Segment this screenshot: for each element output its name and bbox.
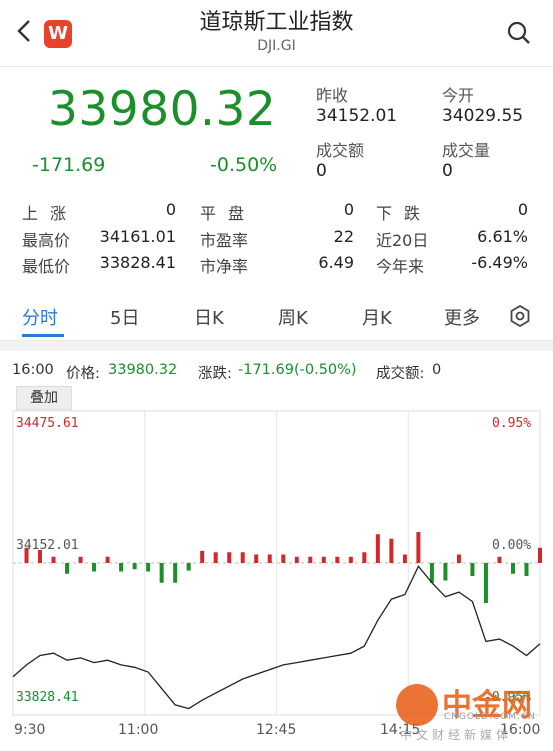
change-bar	[92, 563, 97, 572]
change-bar	[416, 532, 421, 563]
change-bar	[321, 556, 326, 563]
change-bar	[281, 554, 286, 563]
change-bar	[146, 563, 151, 572]
change-bar	[389, 538, 394, 563]
change-bar	[402, 554, 407, 563]
change-bar	[308, 556, 313, 563]
change-bar	[227, 552, 232, 563]
intraday-chart	[12, 410, 542, 716]
change-bar	[497, 556, 502, 563]
change-bar	[443, 563, 448, 581]
y-tick-high: 34475.61	[16, 416, 79, 431]
y-tick-mid: 34152.01	[16, 538, 79, 553]
change-bar	[119, 563, 124, 572]
change-bar	[213, 552, 218, 563]
change-bar	[173, 563, 178, 583]
change-bar	[78, 556, 83, 563]
y-tick-low: 33828.41	[16, 690, 79, 705]
change-bar	[335, 556, 340, 563]
y-right-tick-mid: 0.00%	[492, 538, 532, 553]
change-bar	[456, 554, 461, 563]
change-bar	[105, 556, 110, 563]
change-bar	[159, 563, 164, 583]
watermark-logo	[396, 684, 438, 726]
change-bar	[538, 547, 542, 563]
change-bar	[483, 563, 488, 603]
change-bar	[254, 554, 259, 563]
change-bar	[429, 563, 434, 583]
change-bar	[294, 556, 299, 563]
x-tick-0: 9:30	[14, 722, 46, 738]
chart-grid	[12, 410, 541, 716]
change-bar	[510, 563, 515, 574]
change-bar	[267, 554, 272, 563]
watermark-slogan: 中文财经新媒体	[400, 728, 513, 742]
change-bar	[51, 556, 56, 563]
change-bar	[524, 563, 529, 576]
change-bar	[348, 556, 353, 563]
change-bar	[65, 563, 70, 574]
change-bar	[132, 563, 137, 570]
change-bar	[186, 563, 191, 571]
y-right-tick-high: 0.95%	[492, 416, 532, 431]
x-tick-1: 11:00	[118, 722, 159, 738]
volume-bars	[24, 532, 542, 603]
watermark-domain: CNGOLD.COM.CN	[444, 712, 536, 722]
x-tick-2: 12:45	[256, 722, 297, 738]
change-bar	[375, 534, 380, 563]
change-bar	[362, 552, 367, 563]
change-bar	[200, 550, 205, 563]
change-bar	[470, 563, 475, 576]
change-bar	[240, 552, 245, 563]
